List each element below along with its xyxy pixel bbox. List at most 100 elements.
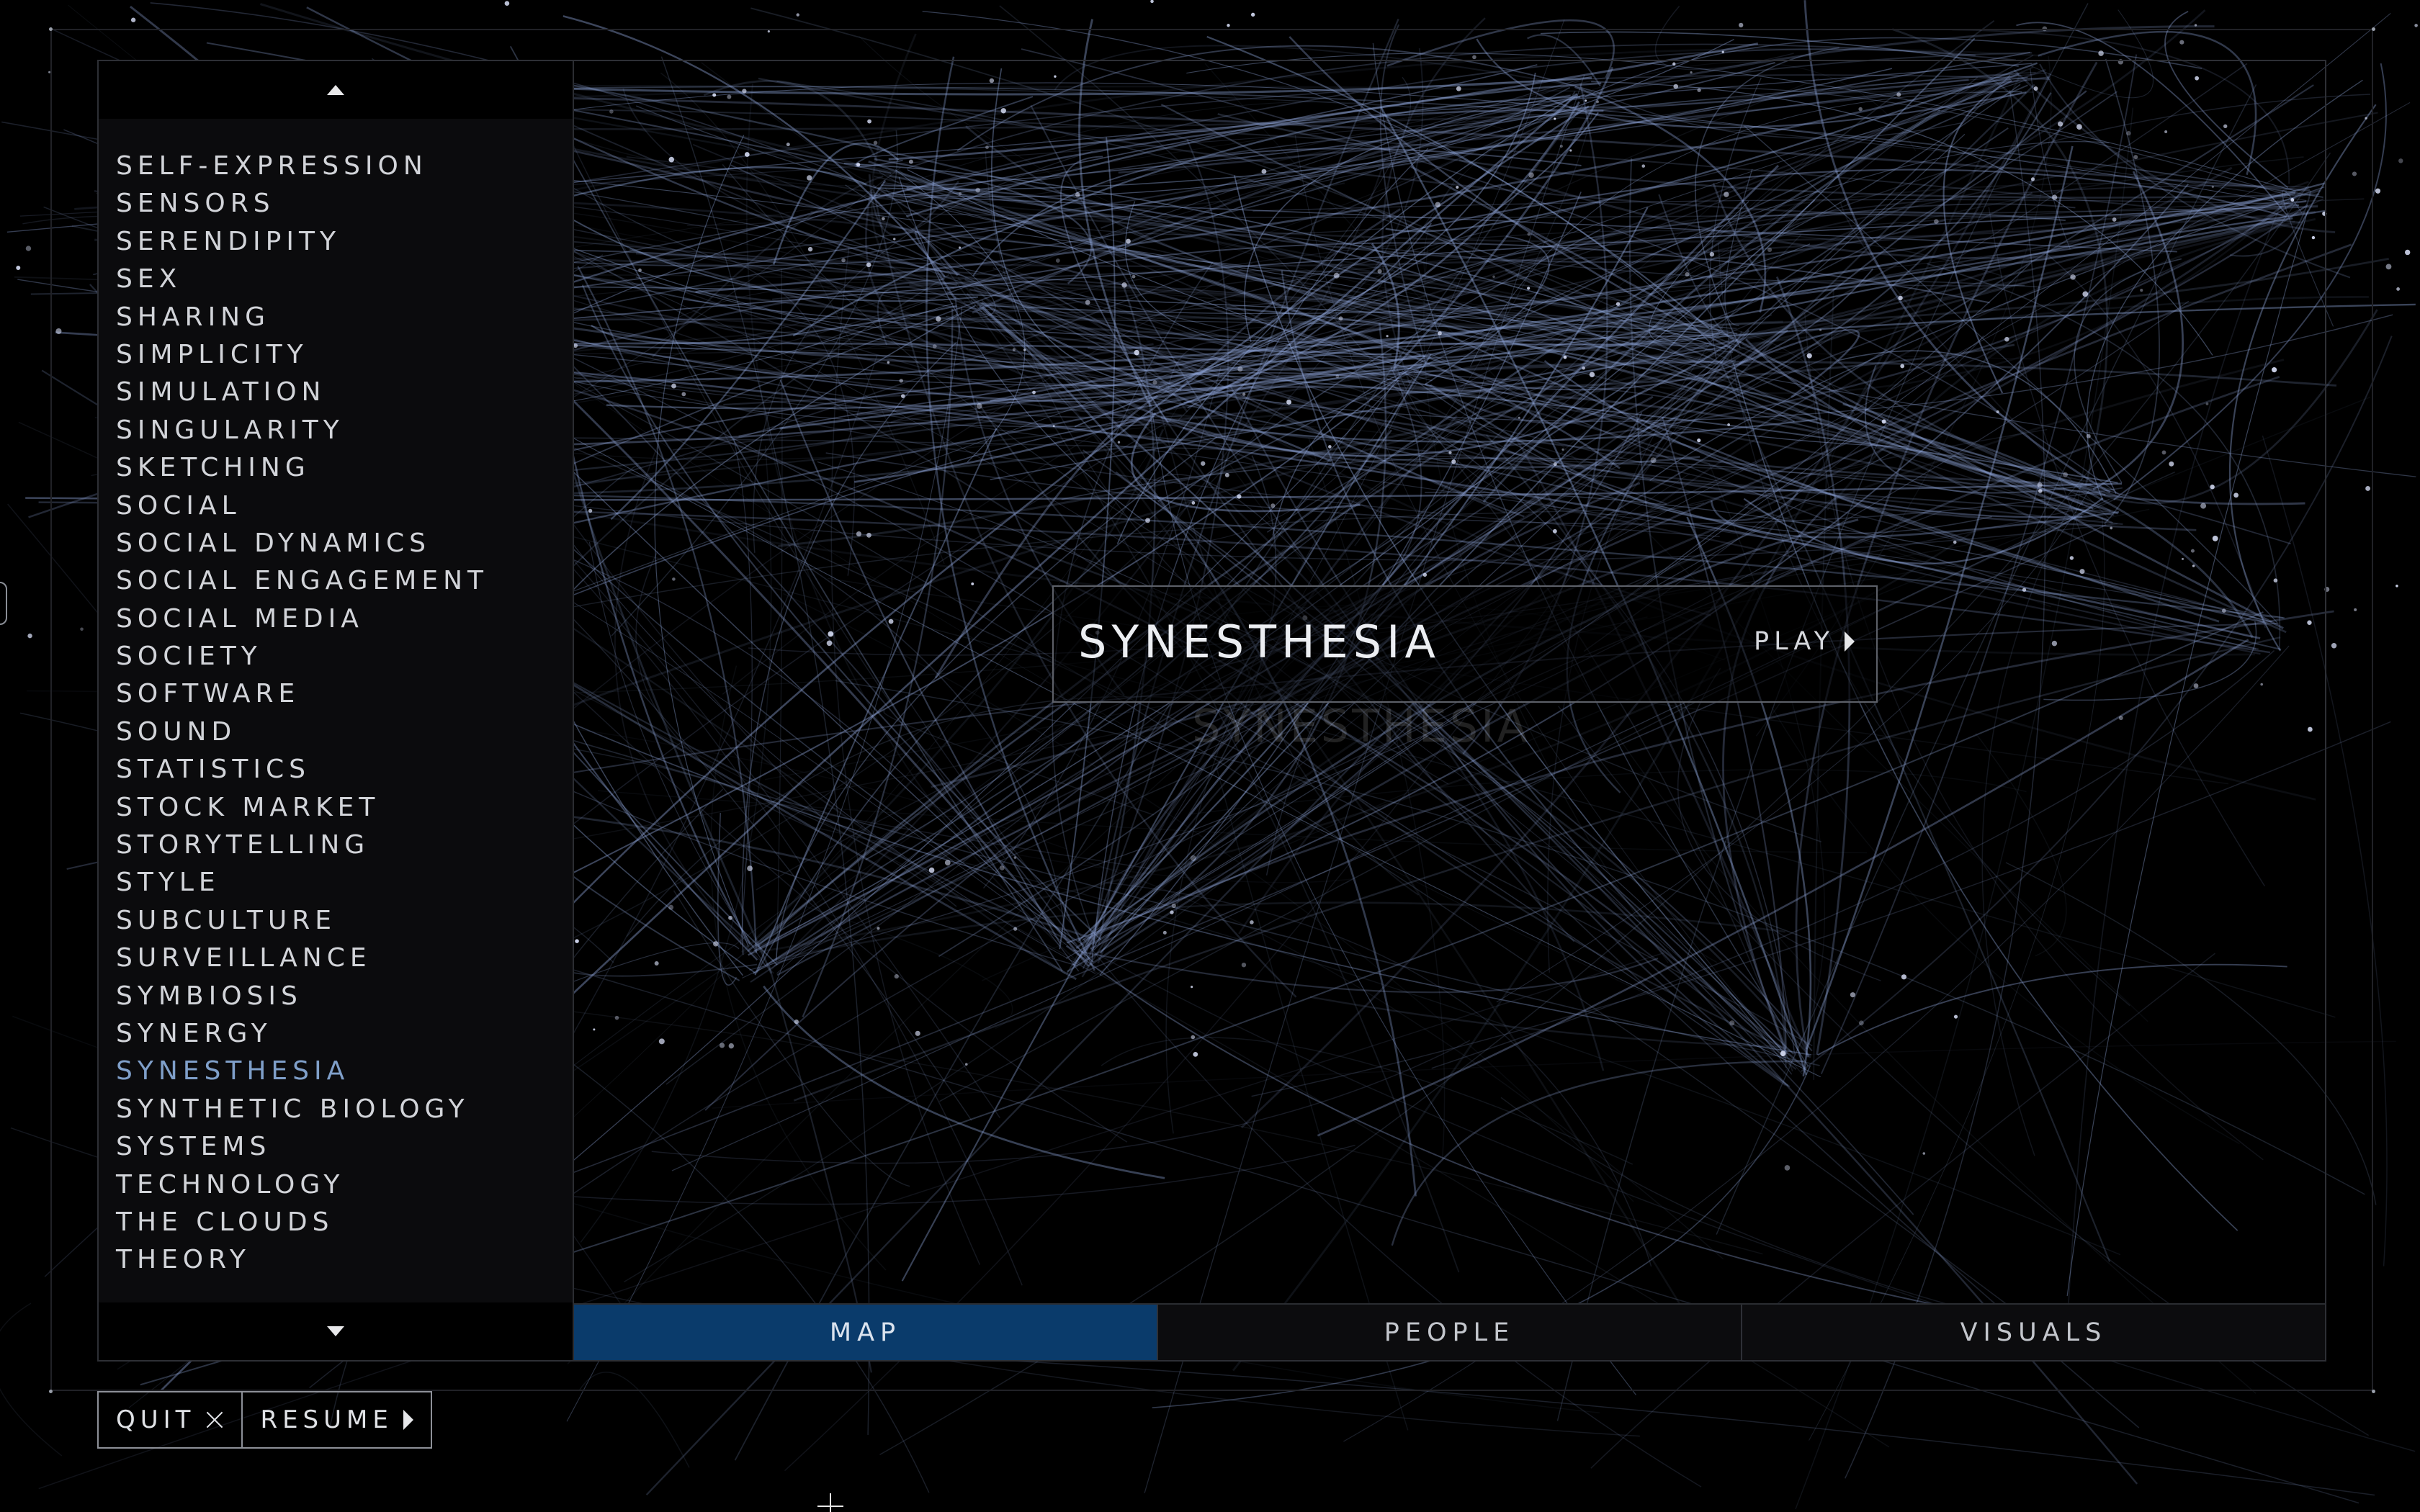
network-node (2112, 217, 2117, 222)
network-node (2086, 433, 2091, 438)
network-node (2354, 608, 2357, 611)
network-node (1012, 348, 1016, 351)
network-node (1492, 275, 1495, 279)
topic-item[interactable]: SOCIETY (116, 638, 488, 675)
network-node (2398, 158, 2403, 163)
network-node (55, 328, 62, 334)
topic-item[interactable]: SERENDIPITY (116, 223, 488, 261)
play-icon (1845, 631, 1855, 652)
network-node (2211, 185, 2214, 188)
network-node (1085, 300, 1090, 305)
network-node (2063, 472, 2068, 477)
network-node (1250, 920, 1254, 924)
topic-item[interactable]: STATISTICS (116, 751, 488, 788)
network-node (826, 640, 833, 647)
scroll-down-button[interactable] (99, 1302, 573, 1360)
network-node (1697, 438, 1701, 443)
edge-handle (0, 582, 7, 625)
topic-item[interactable]: SOCIAL ENGAGEMENT (116, 562, 488, 600)
network-node (2192, 564, 2195, 567)
topic-item[interactable]: SOCIAL DYNAMICS (116, 525, 488, 562)
network-edge (0, 1302, 63, 1457)
network-node (877, 927, 880, 930)
network-node (2311, 235, 2316, 240)
network-node (1145, 518, 1150, 523)
network-node (2033, 86, 2038, 91)
network-node (2221, 608, 2226, 613)
resume-button[interactable]: RESUME (243, 1392, 430, 1447)
scroll-up-button[interactable] (99, 61, 573, 119)
network-node (1000, 865, 1005, 870)
topic-item[interactable]: SYSTEMS (116, 1128, 488, 1166)
network-node (807, 175, 812, 181)
network-node (1241, 962, 1247, 968)
topic-item[interactable]: SOCIAL MEDIA (116, 600, 488, 638)
tab-visuals[interactable]: VISUALS (1742, 1305, 2325, 1360)
topic-item[interactable]: SKETCHING (116, 449, 488, 487)
topic-item[interactable]: SIMPLICITY (116, 336, 488, 374)
topic-item[interactable]: SOFTWARE (116, 675, 488, 713)
network-node (975, 187, 980, 193)
quit-button[interactable]: QUIT (99, 1392, 243, 1447)
topic-item[interactable]: SURVEILLANCE (116, 940, 488, 977)
topic-item[interactable]: SOCIAL (116, 487, 488, 525)
network-node (1435, 202, 1441, 208)
topic-item[interactable]: SUBCULTURE (116, 902, 488, 940)
tab-people[interactable]: PEOPLE (1158, 1305, 1742, 1360)
network-node (1582, 366, 1585, 370)
network-node (1615, 302, 1621, 306)
network-node (638, 268, 642, 272)
network-node (944, 860, 951, 866)
topic-item[interactable]: THEORY (116, 1241, 488, 1279)
topic-item[interactable]: SIMULATION (116, 374, 488, 411)
network-node (713, 941, 719, 947)
topic-item[interactable]: SEX (116, 261, 488, 298)
network-node (989, 78, 995, 84)
network-node (728, 1043, 735, 1049)
network-edge (811, 826, 2121, 1256)
network-node (2290, 198, 2295, 202)
network-node (1641, 164, 1646, 168)
tab-map[interactable]: MAP (574, 1305, 1158, 1360)
topic-item[interactable]: SOUND (116, 714, 488, 751)
network-node (48, 71, 51, 73)
topic-item[interactable]: SINGULARITY (116, 412, 488, 449)
topic-item[interactable]: SHARING (116, 299, 488, 336)
network-node (928, 867, 935, 873)
network-node (2179, 40, 2184, 45)
network-node (1237, 366, 1243, 372)
network-node (976, 403, 982, 409)
network-node (2212, 536, 2218, 541)
topic-item[interactable]: STYLE (116, 864, 488, 901)
network-node (2164, 130, 2168, 133)
topic-item[interactable]: SENSORS (116, 185, 488, 222)
network-node (2079, 569, 2085, 575)
network-node (1422, 572, 1428, 577)
topic-item[interactable]: SYNESTHESIA (116, 1053, 488, 1090)
network-node (1170, 910, 1174, 914)
network-node (1784, 1165, 1791, 1171)
topic-item[interactable]: SYNTHETIC BIOLOGY (116, 1091, 488, 1128)
topic-item[interactable]: THE CLOUDS (116, 1204, 488, 1241)
network-node (1451, 459, 1456, 464)
network-node (1191, 501, 1196, 505)
network-node (1806, 353, 1812, 359)
network-node (2161, 450, 2166, 455)
topic-item[interactable]: SYMBIOSIS (116, 978, 488, 1015)
network-node (828, 631, 834, 637)
topic-item[interactable]: TECHNOLOGY (116, 1166, 488, 1204)
network-node (1152, 380, 1157, 385)
topic-item[interactable]: SELF-EXPRESSION (116, 148, 488, 185)
topic-item[interactable]: SYNERGY (116, 1015, 488, 1053)
topic-item[interactable]: STOCK MARKET (116, 789, 488, 827)
network-edge (673, 890, 910, 1187)
network-node (2365, 486, 2370, 491)
network-node (681, 392, 686, 397)
topic-item[interactable]: STORYTELLING (116, 827, 488, 864)
network-node (27, 633, 32, 639)
network-node (1023, 348, 1026, 351)
play-button[interactable]: PLAY (1754, 627, 1855, 656)
network-node (1032, 390, 1036, 395)
network-edge (1094, 952, 2416, 1452)
network-node (1134, 349, 1139, 356)
